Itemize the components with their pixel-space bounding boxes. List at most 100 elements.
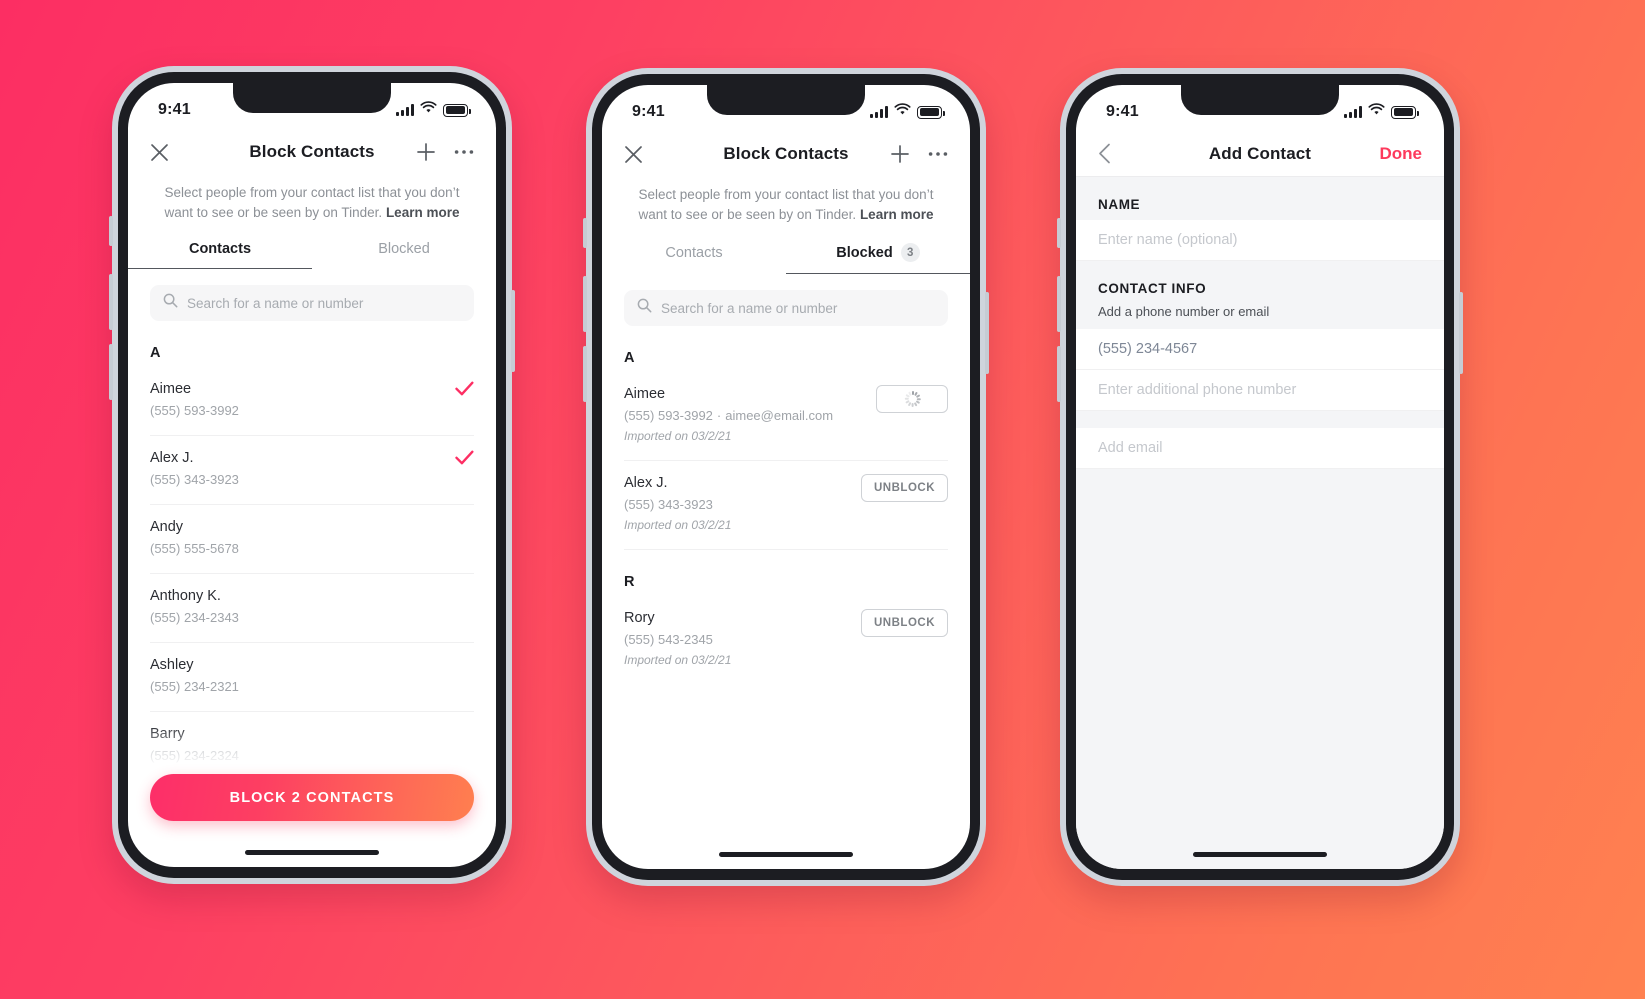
tab-blocked-label: Blocked [836,244,893,261]
loading-spinner-icon [904,391,921,407]
search-container [128,269,496,321]
close-icon[interactable] [624,145,643,164]
unblock-button-loading[interactable] [876,385,948,413]
contact-name: Aimee [150,381,192,397]
screen-blocked-tab: 9:41 Block Contacts Select people from y… [602,85,970,869]
close-icon[interactable] [150,143,169,162]
name-field-row[interactable] [1076,220,1444,261]
phone-field-row[interactable] [1076,329,1444,370]
page-description: Select people from your contact list tha… [128,175,496,223]
section-header: A [150,345,161,361]
more-horizontal-icon[interactable] [454,149,474,155]
search-container [602,274,970,326]
volume-up-button[interactable] [1057,276,1061,332]
unblock-button[interactable]: UNBLOCK [861,609,948,637]
status-badge: 3 [900,243,920,262]
nav-bar: Block Contacts [602,131,970,177]
checkmark-icon[interactable] [455,381,474,396]
silent-switch[interactable] [583,218,587,248]
email-field-row[interactable] [1076,428,1444,469]
power-button[interactable] [511,290,515,372]
section-header: A [624,350,635,366]
table-row[interactable]: Aimee (555) 593-3992 · aimee@email.com Imp… [624,372,948,461]
contact-name: Aimee [624,386,666,402]
additional-phone-field-row[interactable] [1076,370,1444,411]
email-input[interactable] [1098,440,1422,456]
home-indicator[interactable] [719,852,853,857]
learn-more-link[interactable]: Learn more [386,205,460,220]
volume-down-button[interactable] [1057,346,1061,402]
search-input[interactable] [187,295,461,311]
table-row[interactable]: Andy (555) 555-5678 [150,505,474,574]
screen-add-contact: 9:41 Add Contact Done NAME Enter name (o… [1076,85,1444,869]
name-input[interactable] [1098,232,1422,248]
learn-more-link[interactable]: Learn more [860,207,934,222]
chevron-left-icon[interactable] [1098,143,1111,164]
plus-icon[interactable] [890,144,910,164]
checkmark-icon[interactable] [455,450,474,465]
status-clock: 9:41 [158,101,191,118]
tab-blocked[interactable]: Blocked 3 [786,243,970,274]
phone-bezel-2: 9:41 Block Contacts Select people from y… [592,74,980,880]
done-button[interactable]: Done [1380,144,1423,164]
table-row[interactable]: Ashley (555) 234-2321 [150,643,474,712]
table-row[interactable]: Rory (555) 543-2345 Imported on 03/2/21 … [624,596,948,684]
status-clock: 9:41 [632,103,665,120]
contact-phone: (555) 234-2321 [150,679,239,694]
volume-down-button[interactable] [583,346,587,402]
phone-frame-2: 9:41 Block Contacts Select people from y… [583,68,989,886]
contact-name: Alex J. [150,450,194,466]
blocked-list: A Aimee (555) 593-3992 · aimee@email.com I… [602,326,970,684]
additional-phone-input[interactable] [1098,382,1422,398]
search-bar[interactable] [624,290,948,326]
cta-container: BLOCK 2 CONTACTS [128,774,496,821]
search-icon [637,298,652,318]
page-description: Select people from your contact list tha… [602,177,970,225]
volume-up-button[interactable] [583,276,587,332]
nav-bar: Block Contacts [128,129,496,175]
table-row[interactable]: Aimee (555) 593-3992 [150,367,474,436]
contact-name: Anthony K. [150,588,221,604]
tab-contacts[interactable]: Contacts [602,243,786,274]
unblock-button[interactable]: UNBLOCK [861,474,948,502]
table-row[interactable]: Anthony K. (555) 234-2343 [150,574,474,643]
table-row[interactable]: Alex J. (555) 343-3923 [150,436,474,505]
section-header: R [624,574,635,590]
nav-bar: Add Contact Done [1076,131,1444,177]
table-row[interactable]: Barry (555) 234-2324 [150,712,474,781]
phone-input[interactable] [1098,341,1422,357]
volume-down-button[interactable] [109,344,113,400]
phone-frame-1: 9:41 Block Contacts Select people from y… [109,66,515,884]
block-contacts-button[interactable]: BLOCK 2 CONTACTS [150,774,474,821]
section-label-contact-info: CONTACT INFO [1098,281,1207,296]
tab-contacts[interactable]: Contacts [128,241,312,269]
search-input[interactable] [661,300,935,316]
power-button[interactable] [985,292,989,374]
plus-icon[interactable] [416,142,436,162]
contact-phone: (555) 593-3992 [624,408,713,423]
battery-full-icon [1391,105,1419,119]
volume-up-button[interactable] [109,274,113,330]
table-row[interactable]: Alex J. (555) 343-3923 Imported on 03/2/… [624,461,948,550]
home-indicator[interactable] [245,850,379,855]
power-button[interactable] [1459,292,1463,374]
contact-phone: (555) 343-3923 [624,497,713,512]
contacts-list: A Aimee (555) 593-3992 Alex J. (555) 343… [128,321,496,781]
screen-block-contacts: 9:41 Block Contacts Select people from y… [128,83,496,867]
imported-date: Imported on 03/2/21 [624,429,732,443]
silent-switch[interactable] [109,216,113,246]
contact-name: Barry [150,726,185,742]
battery-full-icon [917,105,945,119]
add-contact-form: NAME CONTACT INFO Add a phone number or … [1076,177,1444,869]
tab-blocked[interactable]: Blocked [312,241,496,269]
search-bar[interactable] [150,285,474,321]
section-label-name: NAME [1098,197,1141,212]
home-indicator[interactable] [1193,852,1327,857]
tab-contacts-label: Contacts [665,244,723,261]
phone-bezel-3: 9:41 Add Contact Done NAME Enter name (o… [1066,74,1454,880]
wifi-icon [894,103,911,121]
more-horizontal-icon[interactable] [928,151,948,157]
separator-dot: · [716,408,722,423]
silent-switch[interactable] [1057,218,1061,248]
status-clock: 9:41 [1106,103,1139,120]
